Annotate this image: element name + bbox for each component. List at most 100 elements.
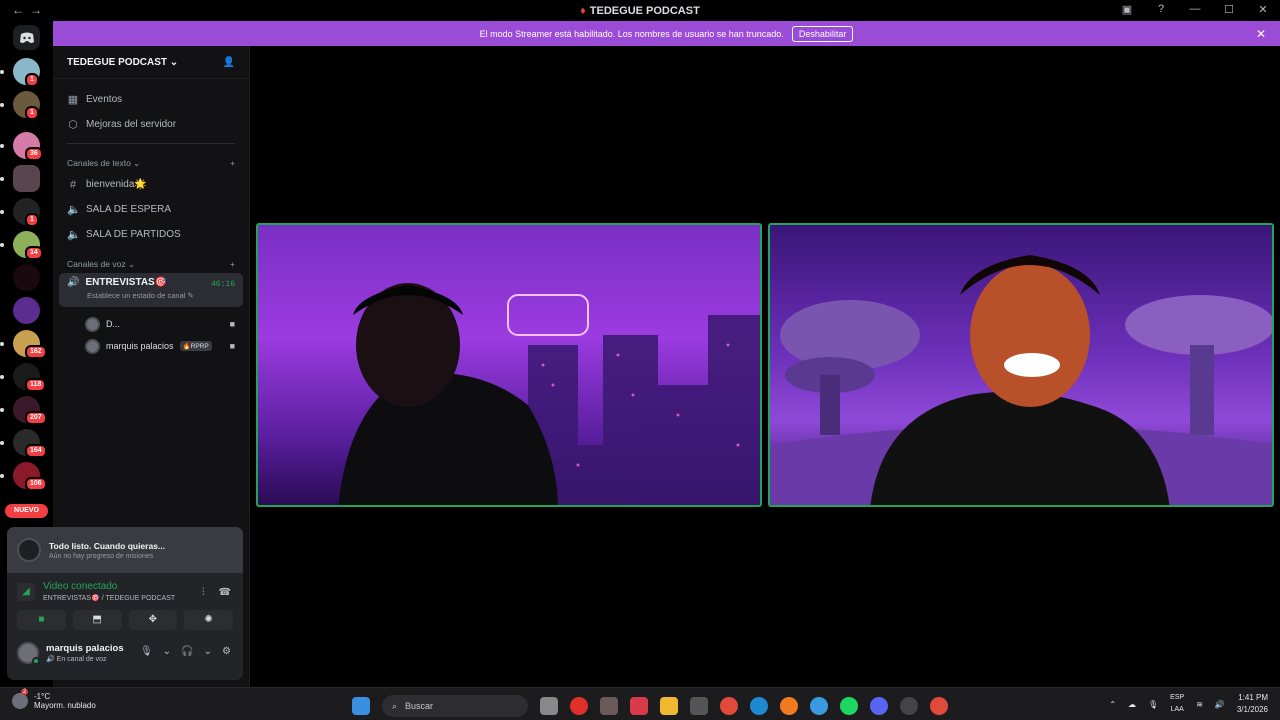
task-view-icon[interactable] <box>540 697 558 715</box>
settings-gear-icon[interactable]: ⚙ <box>222 646 231 657</box>
screen-share-button[interactable]: ⬒ <box>72 610 122 630</box>
disable-button[interactable]: Deshabilitar <box>791 25 854 42</box>
chrome-icon[interactable] <box>930 697 948 715</box>
unread-dot <box>0 441 4 445</box>
boosts-label: Mejoras del servidor <box>86 119 177 130</box>
chevron-down-icon[interactable]: ⌄ <box>204 646 212 657</box>
volume-icon[interactable]: 🔊 <box>1215 700 1225 709</box>
window-controls: ▣ ? — ☐ ✕ <box>1120 3 1270 16</box>
weather-widget[interactable]: 2 -1°C Mayorm. nublado <box>12 689 96 710</box>
close-icon[interactable]: ✕ <box>1256 3 1270 16</box>
mention-badge: 162 <box>25 345 47 359</box>
chrome-icon[interactable] <box>720 697 738 715</box>
opera-icon[interactable] <box>570 697 588 715</box>
avatar <box>85 316 100 332</box>
edge-icon[interactable] <box>750 697 768 715</box>
channel-status[interactable]: Establece un estado de canal <box>87 291 185 300</box>
channel-sala-de-partidos[interactable]: 🔈 SALA DE PARTIDOS <box>53 222 249 247</box>
chevron-down-icon[interactable]: ⌄ <box>163 646 171 657</box>
user-name: marquis palacios <box>46 643 124 654</box>
app-icon[interactable] <box>600 697 618 715</box>
divider <box>67 143 235 144</box>
unread-dot <box>0 103 4 107</box>
server-icon-8[interactable] <box>13 297 40 324</box>
add-channel-icon[interactable]: + <box>230 259 235 269</box>
avatar <box>85 338 100 354</box>
mention-badge: 1 <box>25 213 39 227</box>
search-box[interactable]: ⌕ Buscar <box>382 695 528 717</box>
server-header[interactable]: TEDEGUE PODCAST ⌄ 👤 <box>53 46 249 79</box>
microphone-icon[interactable]: 🎙 <box>140 646 153 657</box>
text-category[interactable]: Canales de texto ⌄ + <box>53 154 249 172</box>
voice-buttons: ■ ⬒ ✥ ✺ <box>7 606 243 634</box>
headphones-icon[interactable]: 🎧 <box>181 646 193 657</box>
invite-icon[interactable]: 👤 <box>223 57 235 68</box>
noise-suppression-icon[interactable]: ⫶ <box>202 587 205 598</box>
start-icon[interactable] <box>352 697 370 715</box>
channel-label: SALA DE PARTIDOS <box>86 229 181 240</box>
events-label: Eventos <box>86 94 123 105</box>
new-badge[interactable]: NUEVO <box>5 504 48 518</box>
current-user[interactable]: marquis palacios 🔊 En canal de voz 🎙 ⌄ 🎧 ⌄… <box>7 634 243 672</box>
video-tile-user-2[interactable] <box>768 223 1274 507</box>
app-icon[interactable] <box>900 697 918 715</box>
wifi-icon[interactable]: ≋ <box>1196 700 1203 709</box>
close-banner-icon[interactable]: ✕ <box>1256 27 1266 41</box>
speaker-icon: 🔊 <box>67 277 80 288</box>
taskbar-apps: ⌕ Buscar <box>352 695 948 717</box>
pencil-icon[interactable]: ✎ <box>188 291 194 300</box>
system-tray: ⌃ ☁ 🎙 ESP LAA ≋ 🔊 1:41 PM 3/1/2026 <box>1109 692 1268 716</box>
voice-user[interactable]: marquis palacios 🔥RPRP ■ <box>53 335 249 357</box>
voice-channel-entrevistas[interactable]: 🔊 ENTREVISTAS🎯 Establece un estado de can… <box>59 273 243 307</box>
spotify-icon[interactable] <box>840 697 858 715</box>
network-alert-icon[interactable]: ☁ <box>1128 700 1136 709</box>
hashtag-icon: # <box>69 178 77 191</box>
discord-home-icon[interactable] <box>13 25 40 50</box>
app-icon[interactable] <box>630 697 648 715</box>
events-item[interactable]: ▦ Eventos <box>53 87 249 112</box>
language-indicator[interactable]: ESP LAA <box>1170 692 1184 716</box>
voice-status-title[interactable]: Video conectado <box>43 581 175 592</box>
search-icon: ⌕ <box>392 700 398 711</box>
activities-button[interactable]: ✥ <box>128 610 178 630</box>
disconnect-icon[interactable]: ☎ <box>219 587 231 598</box>
streamer-mode-banner: El modo Streamer está habilitado. Los no… <box>53 21 1280 46</box>
soundboard-button[interactable]: ✺ <box>184 610 233 630</box>
file-explorer-icon[interactable] <box>660 697 678 715</box>
discord-icon[interactable] <box>870 697 888 715</box>
unread-dot <box>0 375 4 379</box>
video-tile-user-1[interactable] <box>256 223 762 507</box>
channel-sala-de-espera[interactable]: 🔈 SALA DE ESPERA <box>53 197 249 222</box>
quest-card[interactable]: Todo listo. Cuando quieras... Aún no hay… <box>7 527 243 573</box>
microphone-icon[interactable]: 🎙 <box>1148 700 1158 709</box>
store-icon[interactable] <box>690 697 708 715</box>
channel-bienvenida[interactable]: # bienvenida🌟 <box>53 172 249 197</box>
app-icon[interactable] <box>810 697 828 715</box>
boosts-item[interactable]: ⬡ Mejoras del servidor <box>53 112 249 137</box>
chevron-up-icon[interactable]: ⌃ <box>1109 700 1116 709</box>
os-taskbar: 2 -1°C Mayorm. nublado ⌕ Buscar ⌃ ☁ 🎙 ESP… <box>0 687 1280 720</box>
minimize-icon[interactable]: — <box>1188 3 1202 16</box>
camera-icon: ■ <box>229 341 235 351</box>
maximize-icon[interactable]: ☐ <box>1222 3 1236 16</box>
help-icon[interactable]: ? <box>1154 3 1168 16</box>
unread-dot <box>0 474 4 478</box>
clock[interactable]: 1:41 PM 3/1/2026 <box>1237 692 1268 716</box>
camera-button[interactable]: ■ <box>17 610 66 630</box>
temperature: -1°C <box>34 692 51 701</box>
firefox-icon[interactable] <box>780 697 798 715</box>
mention-badge: 106 <box>25 477 47 491</box>
unread-dot <box>0 144 4 148</box>
inbox-icon[interactable]: ▣ <box>1120 3 1134 16</box>
voice-category[interactable]: Canales de voz ⌄ + <box>53 255 249 273</box>
mention-badge: 164 <box>25 444 47 458</box>
server-icon-7[interactable] <box>13 264 40 291</box>
online-indicator <box>32 657 40 665</box>
voice-status-channel[interactable]: ENTREVISTAS🎯 / TEDEGUE PODCAST <box>43 594 175 602</box>
camera-icon: ■ <box>229 319 235 329</box>
channel-label: SALA DE ESPERA <box>86 204 172 215</box>
add-channel-icon[interactable]: + <box>230 158 235 168</box>
signal-icon[interactable]: ◢ <box>17 582 35 601</box>
server-icon-4[interactable] <box>13 165 40 192</box>
voice-user[interactable]: D... ■ <box>53 313 249 335</box>
